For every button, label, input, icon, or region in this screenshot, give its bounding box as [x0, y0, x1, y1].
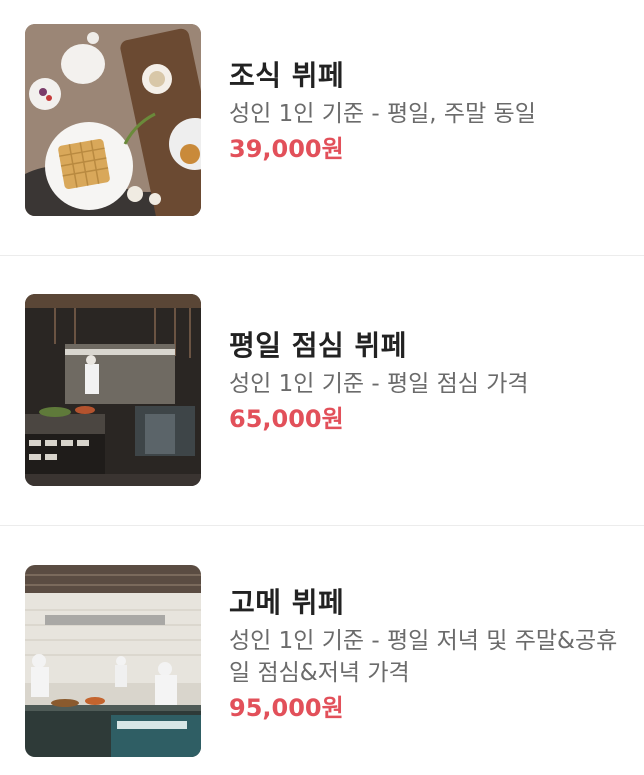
breakfast-buffet-image: [25, 24, 201, 216]
buffet-menu-list: 조식 뷔페 성인 1인 기준 - 평일, 주말 동일 39,000원 평일 점심…: [0, 0, 644, 775]
list-item-weekday-lunch-buffet[interactable]: 평일 점심 뷔페 성인 1인 기준 - 평일 점심 가격 65,000원: [0, 256, 644, 526]
item-description: 성인 1인 기준 - 평일 저녁 및 주말&공휴일 점심&저녁 가격: [229, 628, 618, 686]
item-title: 평일 점심 뷔페: [229, 329, 408, 362]
gourmet-buffet-image: [25, 565, 201, 757]
item-title: 고메 뷔페: [229, 586, 345, 619]
item-price: 39,000원: [229, 135, 344, 163]
breakfast-buffet-info: 조식 뷔페 성인 1인 기준 - 평일, 주말 동일 39,000원: [229, 24, 624, 165]
item-description: 성인 1인 기준 - 평일, 주말 동일: [229, 101, 536, 127]
gourmet-buffet-info: 고메 뷔페 성인 1인 기준 - 평일 저녁 및 주말&공휴일 점심&저녁 가격…: [229, 565, 624, 724]
weekday-lunch-buffet-image: [25, 294, 201, 486]
weekday-lunch-buffet-info: 평일 점심 뷔페 성인 1인 기준 - 평일 점심 가격 65,000원: [229, 294, 624, 435]
item-title: 조식 뷔페: [229, 59, 345, 92]
list-item-gourmet-buffet[interactable]: 고메 뷔페 성인 1인 기준 - 평일 저녁 및 주말&공휴일 점심&저녁 가격…: [0, 526, 644, 775]
item-description: 성인 1인 기준 - 평일 점심 가격: [229, 371, 529, 397]
item-price: 65,000원: [229, 405, 344, 433]
list-item-breakfast-buffet[interactable]: 조식 뷔페 성인 1인 기준 - 평일, 주말 동일 39,000원: [0, 0, 644, 256]
item-price: 95,000원: [229, 694, 344, 722]
